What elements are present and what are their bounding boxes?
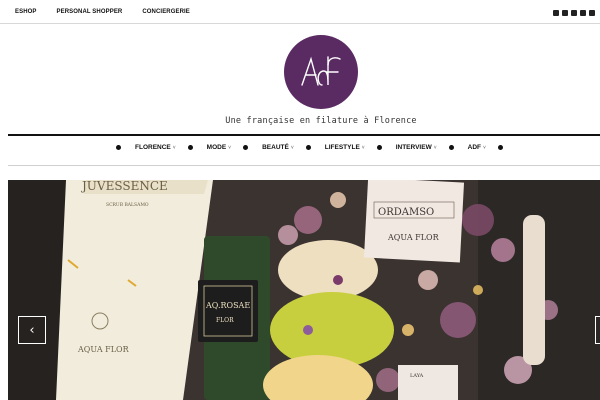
nav-bullet bbox=[376, 145, 382, 150]
slide-image: JUVESSENCE SCRUB BALSAMO AQUA FLOR AQ.RO… bbox=[8, 180, 600, 400]
tube-subtitle: SCRUB BALSAMO bbox=[106, 202, 149, 208]
site-tagline: Une française en filature à Florence bbox=[225, 116, 417, 126]
facebook-icon[interactable] bbox=[553, 10, 559, 16]
nav-bullet bbox=[448, 145, 454, 150]
featured-slider[interactable]: JUVESSENCE SCRUB BALSAMO AQUA FLOR AQ.RO… bbox=[8, 180, 600, 400]
nav-bullet bbox=[116, 145, 121, 150]
nav-item-label: MODE bbox=[206, 144, 227, 151]
top-nav: ESHOP PERSONAL SHOPPER CONCIERGERIE bbox=[15, 9, 210, 15]
slider-next-button[interactable]: › bbox=[595, 316, 600, 344]
instagram-icon[interactable] bbox=[571, 10, 577, 16]
chevron-left-icon: ‹ bbox=[29, 322, 35, 338]
top-nav-conciergerie[interactable]: CONCIERGERIE bbox=[142, 9, 190, 15]
chevron-down-icon: ˅ bbox=[228, 144, 232, 151]
top-bar: ESHOP PERSONAL SHOPPER CONCIERGERIE bbox=[0, 0, 600, 24]
nav-item-label: BEAUTÉ bbox=[262, 144, 289, 151]
tube-title: JUVESSENCE bbox=[80, 180, 168, 193]
box-brand: AQUA FLOR bbox=[387, 233, 440, 242]
nav-bottom-rule bbox=[8, 165, 600, 166]
product-bottle bbox=[198, 236, 270, 400]
twitter-icon[interactable] bbox=[562, 10, 568, 16]
nav-bullet bbox=[305, 145, 311, 150]
small-label: LAYA bbox=[410, 373, 424, 379]
tube-brand: AQUA FLOR bbox=[77, 345, 130, 354]
top-nav-eshop[interactable]: ESHOP bbox=[15, 9, 37, 15]
chevron-down-icon: ˅ bbox=[433, 144, 437, 151]
nav-item-lifestyle[interactable]: LIFESTYLE ˅ bbox=[325, 144, 365, 151]
nav-item-interview[interactable]: INTERVIEW ˅ bbox=[396, 144, 437, 151]
nav-bullet bbox=[187, 145, 193, 150]
linkedin-icon[interactable] bbox=[589, 10, 595, 16]
site-logo[interactable] bbox=[284, 35, 358, 109]
bottle-brand: FLOR bbox=[216, 317, 234, 324]
nav-top-rule bbox=[8, 134, 600, 136]
social-links bbox=[553, 10, 595, 16]
main-nav: FLORENCE ˅ MODE ˅ BEAUTÉ ˅ LIFESTYLE ˅ INTER… bbox=[116, 144, 503, 151]
slider-prev-button[interactable]: ‹ bbox=[18, 316, 46, 344]
nav-bullet bbox=[243, 145, 249, 150]
chevron-down-icon: ˅ bbox=[172, 144, 176, 151]
pinterest-icon[interactable] bbox=[580, 10, 586, 16]
chevron-down-icon: ˅ bbox=[290, 144, 294, 151]
nav-item-beaute[interactable]: BEAUTÉ ˅ bbox=[262, 144, 294, 151]
nav-item-adf[interactable]: ADF ˅ bbox=[468, 144, 486, 151]
box-label: ORDAMSO bbox=[378, 207, 434, 218]
nav-item-label: LIFESTYLE bbox=[324, 144, 360, 151]
nav-item-label: INTERVIEW bbox=[395, 144, 432, 151]
chevron-down-icon: ˅ bbox=[482, 144, 486, 151]
top-divider bbox=[0, 23, 600, 24]
chevron-down-icon: ˅ bbox=[361, 144, 365, 151]
nav-item-mode[interactable]: MODE ˅ bbox=[207, 144, 231, 151]
bottle-label: AQ.ROSAE bbox=[205, 301, 250, 310]
top-nav-personal-shopper[interactable]: PERSONAL SHOPPER bbox=[57, 9, 123, 15]
nav-item-label: ADF bbox=[467, 144, 481, 151]
logo-monogram-icon bbox=[301, 56, 341, 86]
nav-item-label: FLORENCE bbox=[135, 144, 171, 151]
nav-item-florence[interactable]: FLORENCE ˅ bbox=[135, 144, 176, 151]
nav-bullet bbox=[497, 145, 503, 150]
